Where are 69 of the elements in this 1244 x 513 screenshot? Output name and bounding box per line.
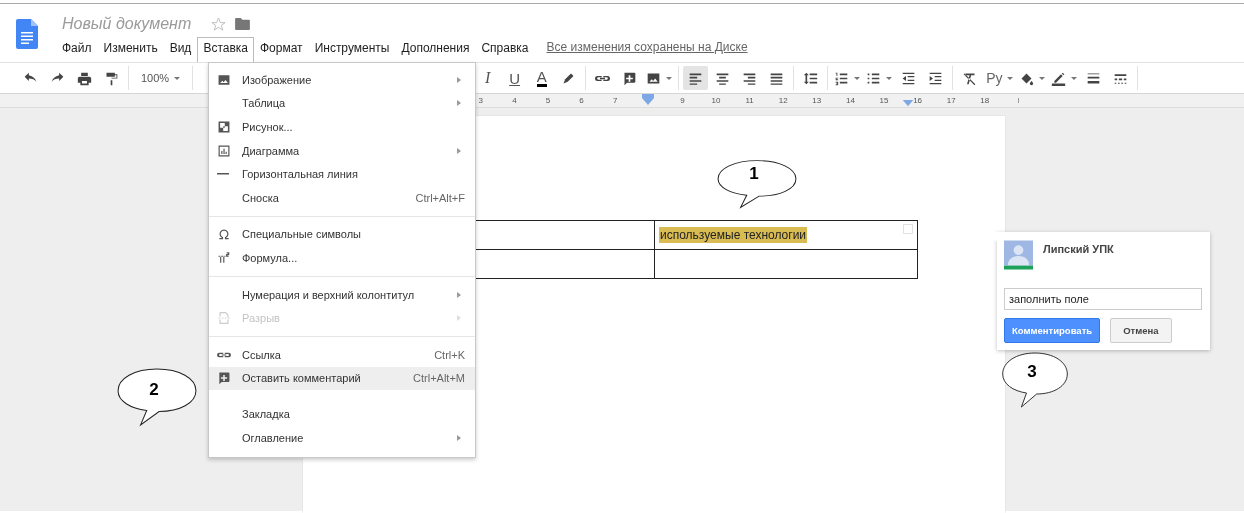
pi-icon — [217, 250, 231, 265]
submenu-arrow-icon — [457, 291, 461, 298]
print-icon — [77, 70, 92, 86]
menu-item[interactable]: Дополнения — [395, 37, 476, 62]
caret-icon — [886, 76, 893, 80]
menu-item[interactable]: Вид — [163, 37, 198, 62]
line-spacing-icon — [803, 70, 819, 86]
caret-icon — [174, 76, 181, 80]
star-icon[interactable] — [211, 16, 227, 32]
menu-option[interactable]: Рисунок... — [209, 115, 475, 139]
caret-icon — [1071, 76, 1078, 80]
omega-icon — [217, 227, 231, 242]
align-left-button[interactable] — [683, 66, 709, 90]
menu-option[interactable]: Нумерация и верхний колонтитул — [209, 275, 475, 307]
menu-option[interactable]: Диаграмма — [209, 138, 475, 163]
menu-item[interactable]: Справка — [475, 37, 535, 62]
horizontal-line-icon — [217, 173, 229, 175]
page-break-icon — [217, 311, 231, 326]
menu-item[interactable]: Файл — [56, 37, 98, 62]
submenu-arrow-icon — [457, 76, 461, 83]
save-status-link[interactable]: Все изменения сохранены на Диске — [546, 40, 748, 62]
callout-number: 3 — [1027, 362, 1037, 382]
zoom-button[interactable]: 100% — [133, 66, 189, 90]
decrease-indent-icon — [901, 70, 917, 86]
numbered-list-icon — [834, 70, 850, 86]
image-icon — [217, 72, 231, 87]
caret-icon — [666, 76, 673, 80]
menu-option[interactable]: Специальные символы — [209, 215, 475, 247]
menu-item[interactable]: Формат — [254, 37, 309, 62]
input-tools-button[interactable]: Ру — [984, 66, 1016, 90]
increase-indent-icon — [928, 70, 944, 86]
cell-dropdown-icon[interactable] — [903, 224, 913, 234]
text-color-button[interactable]: A — [529, 66, 555, 90]
menu-option[interactable]: Ссылка Ctrl+K — [209, 335, 475, 367]
table-cell-text: используемые технологии — [659, 227, 808, 243]
italic-button[interactable]: I — [475, 66, 501, 90]
avatar-icon — [1004, 240, 1033, 270]
menu-option[interactable]: Формула... — [209, 246, 475, 270]
menu-option[interactable]: Оставить комментарий Ctrl+Alt+M — [209, 366, 475, 391]
submenu-arrow-icon — [457, 100, 461, 107]
add-comment-icon — [217, 371, 231, 386]
paint-format-icon — [104, 70, 119, 86]
docs-logo-icon[interactable] — [16, 19, 38, 49]
menu-item[interactable]: Изменить — [97, 37, 164, 62]
menu-item[interactable]: Вставка — [197, 37, 254, 62]
caret-icon — [854, 76, 861, 80]
submenu-arrow-icon — [457, 147, 461, 154]
menu-option[interactable]: Горизонтальная линия — [209, 162, 475, 186]
underline-button[interactable]: U — [502, 66, 528, 90]
folder-icon[interactable] — [235, 18, 251, 30]
add-comment-icon — [622, 70, 638, 86]
menu-item[interactable]: Инструменты — [308, 37, 396, 62]
comment-input[interactable]: заполнить поле — [1004, 288, 1202, 310]
drawing-icon — [217, 120, 231, 134]
comment-author: Липский УПК — [1043, 243, 1114, 255]
menu-option[interactable]: Сноска Ctrl+Alt+F — [209, 185, 475, 210]
indent-marker-icon[interactable] — [641, 94, 655, 106]
submenu-arrow-icon — [457, 434, 461, 441]
submenu-arrow-icon — [457, 315, 461, 322]
callout-number: 2 — [149, 380, 159, 400]
menu-option[interactable]: Оглавление — [209, 425, 475, 450]
pen-icon — [1051, 70, 1067, 86]
cancel-button[interactable]: Отмена — [1110, 318, 1172, 343]
caret-icon — [1039, 76, 1046, 80]
menu-option[interactable]: Закладка — [209, 402, 475, 426]
caret-icon — [1007, 76, 1014, 80]
callout-number: 1 — [749, 164, 759, 184]
menu-option[interactable]: Изображение — [209, 68, 475, 92]
chart-icon — [217, 143, 231, 158]
